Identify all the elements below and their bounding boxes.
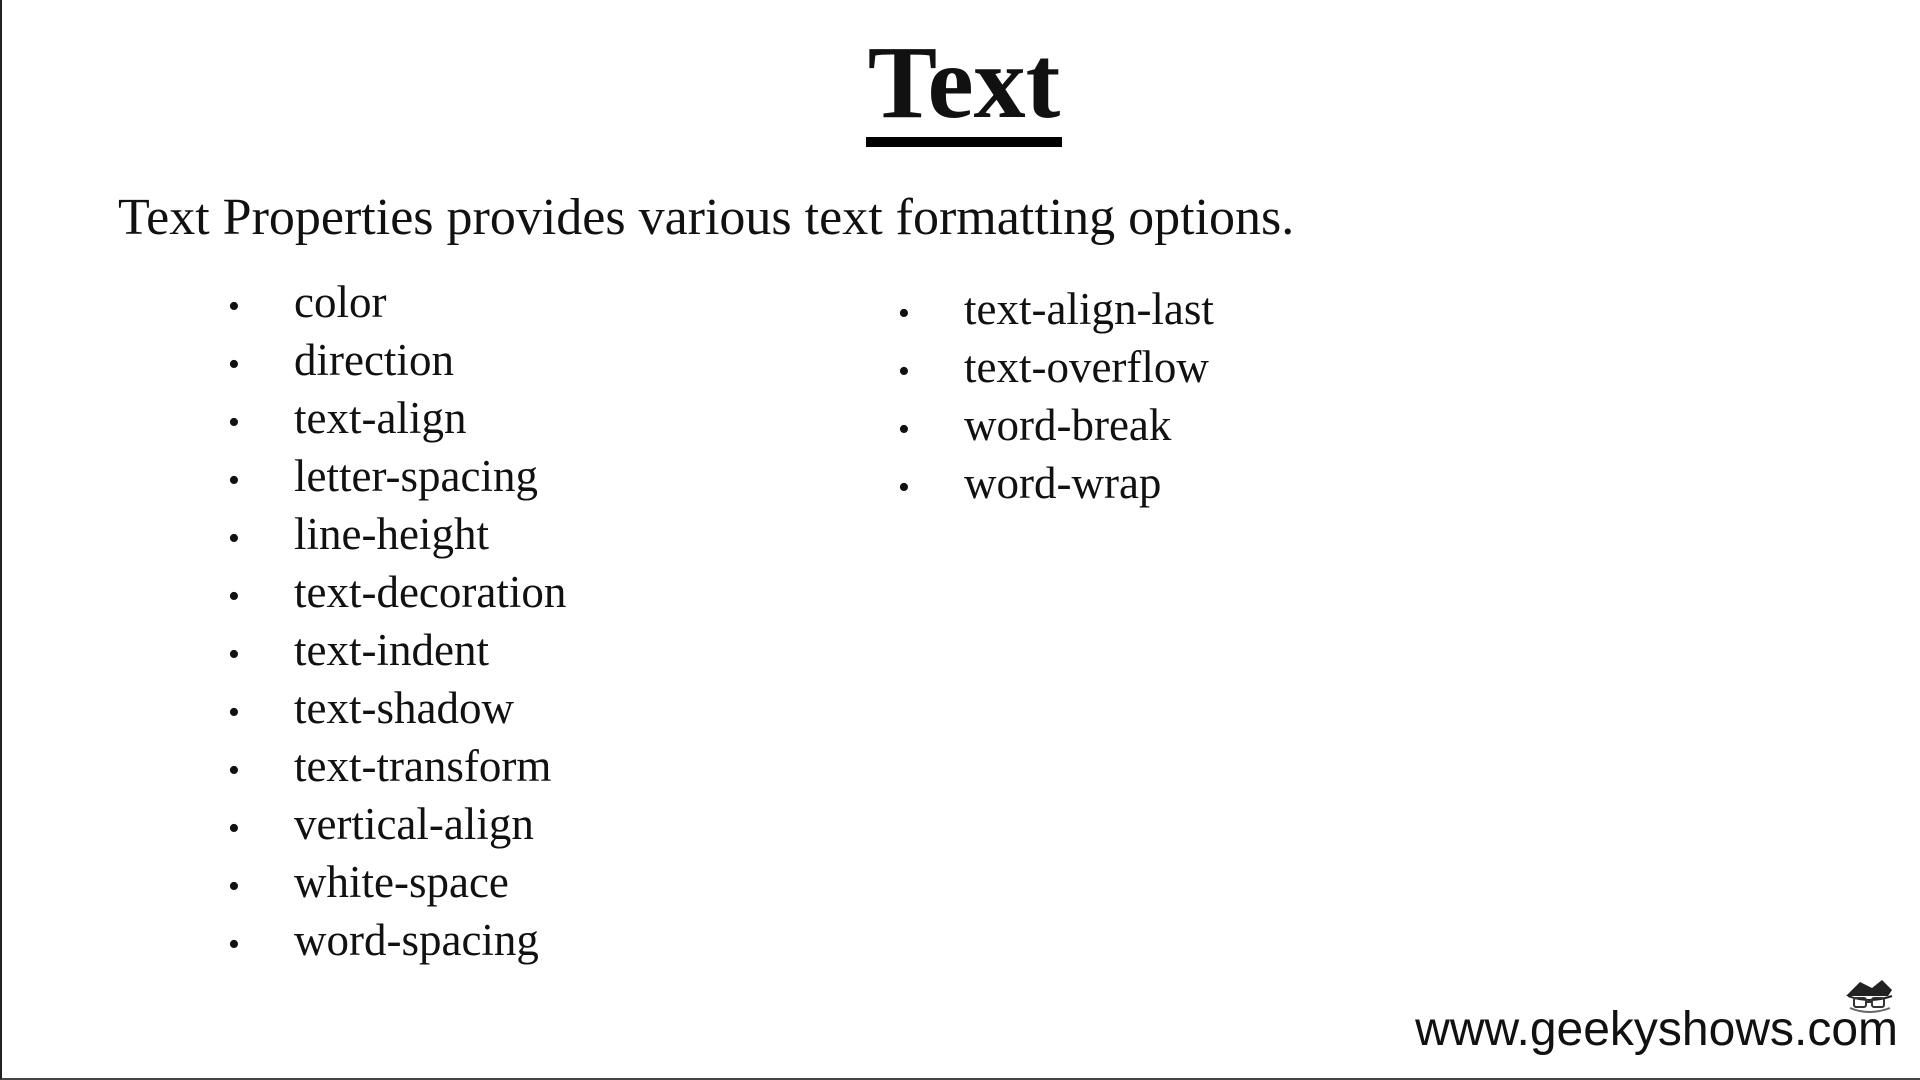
list-item: • word-break — [898, 396, 1214, 454]
list-item-label: word-break — [964, 400, 1172, 450]
list-item-label: text-shadow — [294, 683, 514, 733]
list-item-label: word-wrap — [964, 458, 1162, 508]
list-item: • text-overflow — [898, 338, 1214, 396]
list-item: • vertical-align — [228, 795, 566, 853]
list-item: • text-align-last — [898, 280, 1214, 338]
list-item: • text-shadow — [228, 679, 566, 737]
bullet-icon: • — [898, 469, 910, 506]
bullet-icon: • — [228, 868, 240, 905]
bullet-icon: • — [228, 636, 240, 673]
list-item-label: text-align — [294, 393, 467, 443]
bullet-icon: • — [228, 926, 240, 963]
list-item: • direction — [228, 331, 566, 389]
slide-title: Text — [865, 28, 1063, 148]
list-item-label: text-align-last — [964, 284, 1214, 334]
list-item-label: vertical-align — [294, 799, 534, 849]
bullet-icon: • — [898, 411, 910, 448]
bullet-icon: • — [228, 520, 240, 557]
list-item-label: direction — [294, 335, 454, 385]
list-item: • text-align — [228, 389, 566, 447]
bullet-icon: • — [228, 346, 240, 383]
bullet-icon: • — [228, 462, 240, 499]
list-item-label: text-indent — [294, 625, 489, 675]
list-item: • text-decoration — [228, 563, 566, 621]
bullet-icon: • — [898, 295, 910, 332]
bullet-icon: • — [228, 810, 240, 847]
bullet-icon: • — [228, 404, 240, 441]
intro-text: Text Properties provides various text fo… — [118, 189, 1295, 246]
bullet-icon: • — [898, 353, 910, 390]
list-item-label: text-overflow — [964, 342, 1209, 392]
list-item-label: color — [294, 277, 387, 327]
property-list-right: • text-align-last • text-overflow • word-brea… — [898, 280, 1214, 512]
list-item-label: text-decoration — [294, 567, 567, 617]
list-item: • word-spacing — [228, 911, 566, 969]
list-item-label: white-space — [294, 857, 509, 907]
bullet-icon: • — [228, 578, 240, 615]
list-item: • word-wrap — [898, 454, 1214, 512]
list-item: • text-indent — [228, 621, 566, 679]
bullet-icon: • — [228, 288, 240, 325]
list-item: • line-height — [228, 505, 566, 563]
list-item: • color — [228, 273, 566, 331]
list-item-label: line-height — [294, 509, 489, 559]
list-item-label: word-spacing — [294, 915, 539, 965]
list-item: • white-space — [228, 853, 566, 911]
footer-url: www.geekyshows.com — [1415, 1003, 1898, 1056]
list-item-label: letter-spacing — [294, 451, 538, 501]
list-item: • letter-spacing — [228, 447, 566, 505]
slide-title-wrap: Text — [2, 28, 1920, 148]
bullet-icon: • — [228, 694, 240, 731]
list-item-label: text-transform — [294, 741, 552, 791]
list-item: • text-transform — [228, 737, 566, 795]
property-list-left: • color • direction • text-align • letter-spaci… — [228, 273, 566, 969]
bullet-icon: • — [228, 752, 240, 789]
slide: Text Text Properties provides various te… — [0, 0, 1920, 1080]
